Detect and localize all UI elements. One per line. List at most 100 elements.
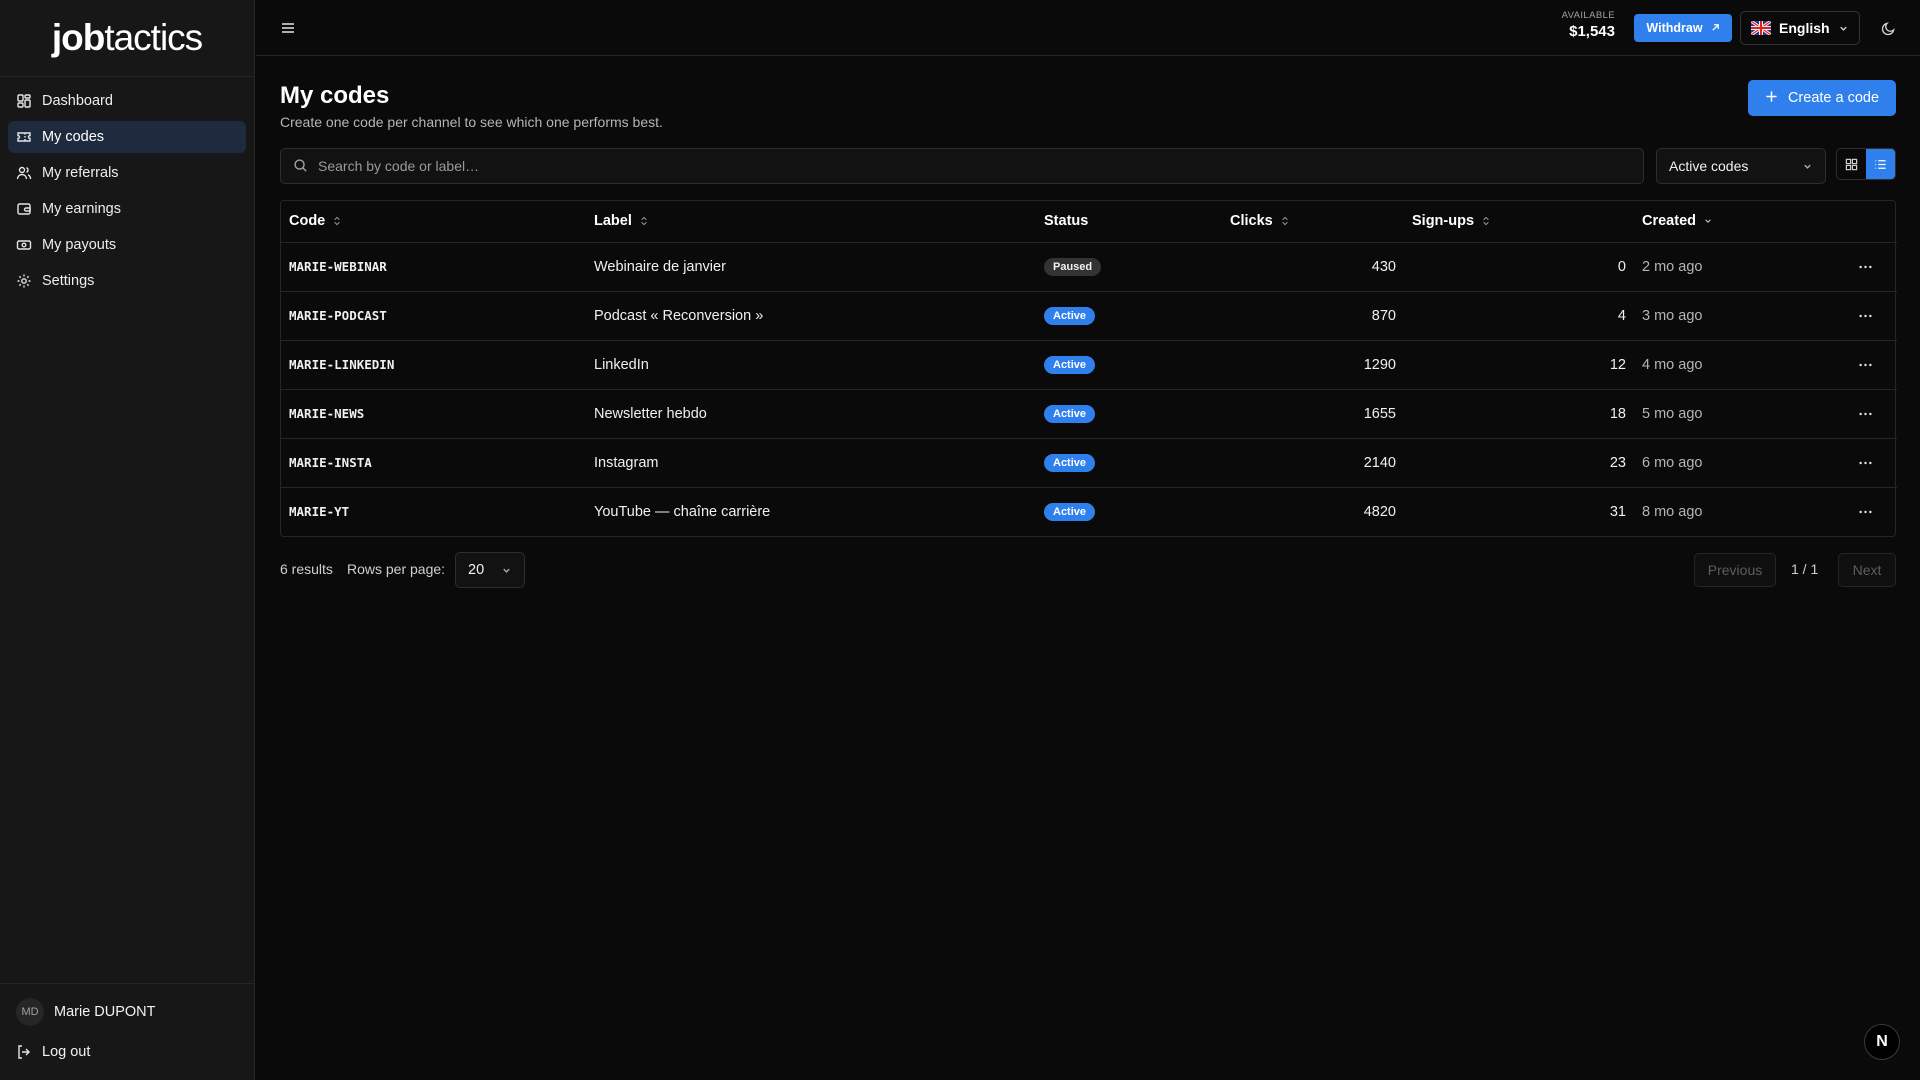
moon-icon[interactable] [1878, 18, 1898, 38]
cell-clicks: 870 [1222, 291, 1404, 341]
user-name: Marie DUPONT [54, 1004, 156, 1020]
cell-clicks: 430 [1222, 242, 1404, 292]
rows-per-page-select[interactable]: 20 [455, 552, 525, 588]
create-code-button[interactable]: Create a code [1748, 80, 1896, 116]
status-badge: Active [1044, 306, 1096, 325]
table-row[interactable]: MARIE-WEBINAR Webinaire de janvier Paused 4… [281, 242, 1897, 292]
table-row[interactable]: MARIE-YT YouTube — chaîne carrière Active 4… [281, 487, 1897, 536]
chevron-down-icon [501, 565, 512, 576]
avatar: MD [16, 998, 44, 1026]
external-arrow-icon [1711, 21, 1720, 35]
more-options-icon[interactable] [1854, 255, 1878, 279]
sort-icon [333, 216, 341, 226]
table-row[interactable]: MARIE-PODCAST Podcast « Reconversion » Act… [281, 291, 1897, 341]
more-options-icon[interactable] [1854, 402, 1878, 426]
status-filter-select[interactable]: Active codes [1656, 148, 1826, 184]
status-badge: Paused [1044, 257, 1102, 276]
sidebar-item-label: My earnings [42, 201, 121, 217]
cell-label: YouTube — chaîne carrière [594, 503, 771, 520]
brand-logo[interactable]: job tactics [0, 0, 254, 77]
sidebar-item-label: My codes [42, 129, 105, 145]
withdraw-button[interactable]: Withdraw [1634, 14, 1732, 42]
sort-icon [1482, 216, 1490, 226]
plus-icon [1765, 90, 1778, 107]
status-badge: Active [1044, 355, 1096, 374]
users-icon [16, 165, 32, 181]
language-label: English [1779, 20, 1830, 36]
next-page-button[interactable]: Next [1838, 553, 1896, 587]
sidebar-item-my-earnings[interactable]: My earnings [8, 193, 246, 225]
logout-icon [16, 1044, 32, 1060]
sidebar: job tactics Dashboard My codes My referra… [0, 0, 255, 1080]
column-header-clicks-label: Clicks [1230, 213, 1273, 230]
rows-per-page-value: 20 [468, 562, 485, 578]
cell-code: MARIE-YT [289, 504, 350, 520]
language-select[interactable]: English [1740, 11, 1860, 45]
cell-actions [1834, 389, 1897, 439]
column-header-clicks[interactable]: Clicks [1222, 201, 1404, 243]
page-indicator: 1 / 1 [1791, 561, 1819, 577]
cell-signups: 31 [1609, 503, 1626, 520]
grid-view-button[interactable] [1837, 149, 1866, 179]
cell-status: Active [1036, 389, 1222, 439]
column-header-status: Status [1036, 201, 1222, 243]
withdraw-label: Withdraw [1646, 21, 1703, 35]
cell-code: MARIE-WEBINAR [281, 242, 586, 292]
cell-signups: 0 [1404, 242, 1634, 292]
wallet-icon [16, 201, 32, 217]
cell-created: 2 mo ago [1634, 242, 1834, 292]
search-input[interactable] [318, 158, 1631, 174]
sidebar-item-my-referrals[interactable]: My referrals [8, 157, 246, 189]
more-options-icon[interactable] [1854, 304, 1878, 328]
more-options-icon[interactable] [1854, 500, 1878, 524]
more-options-icon[interactable] [1854, 451, 1878, 475]
table-row[interactable]: MARIE-INSTA Instagram Active 2140 23 6 mo ago [281, 438, 1897, 488]
column-header-label-label: Label [594, 213, 632, 230]
table-row[interactable]: MARIE-LINKEDIN LinkedIn Active 1290 12 4 mo a… [281, 340, 1897, 390]
column-header-created[interactable]: Created [1634, 201, 1834, 243]
cell-label: Webinaire de janvier [586, 242, 1036, 292]
cell-status: Active [1036, 340, 1222, 390]
sidebar-item-my-payouts[interactable]: My payouts [8, 229, 246, 261]
uk-flag-icon [1751, 21, 1771, 35]
more-options-icon[interactable] [1854, 353, 1878, 377]
status-filter-value: Active codes [1669, 158, 1749, 174]
sidebar-item-dashboard[interactable]: Dashboard [8, 85, 246, 117]
cell-label: Instagram [586, 438, 1036, 488]
logout-button[interactable]: Log out [8, 1034, 246, 1070]
cell-code: MARIE-NEWS [281, 389, 586, 439]
previous-page-button[interactable]: Previous [1694, 553, 1776, 587]
logout-label: Log out [42, 1044, 91, 1060]
cell-signups: 23 [1404, 438, 1634, 488]
available-label: AVAILABLE [1561, 10, 1615, 21]
cell-code: MARIE-LINKEDIN [281, 340, 586, 390]
sidebar-footer: MD Marie DUPONT Log out [0, 983, 254, 1080]
user-profile[interactable]: MD Marie DUPONT [8, 992, 246, 1032]
status-badge: Active [1044, 502, 1096, 521]
search-icon [293, 158, 309, 174]
chevron-down-icon [1838, 23, 1849, 34]
brand-logo-light: tactics [104, 17, 203, 58]
page-subtitle: Create one code per channel to see which… [280, 114, 663, 130]
sidebar-item-label: My payouts [42, 237, 117, 253]
column-header-signups[interactable]: Sign-ups [1404, 201, 1634, 243]
column-header-label[interactable]: Label [586, 201, 1036, 243]
sidebar-nav: Dashboard My codes My referrals My earni… [0, 77, 254, 309]
column-header-code[interactable]: Code [281, 201, 586, 243]
sidebar-item-my-codes[interactable]: My codes [8, 121, 246, 153]
sort-icon [640, 216, 648, 226]
menu-icon[interactable] [278, 18, 298, 38]
status-badge: Active [1044, 404, 1096, 423]
column-header-code-label: Code [289, 213, 326, 230]
dashboard-grid-icon [16, 93, 32, 109]
cell-clicks: 2140 [1222, 438, 1404, 488]
floating-action-button[interactable]: N [1864, 1024, 1900, 1060]
cell-created: 6 mo ago [1634, 438, 1834, 488]
cell-status: Active [1036, 291, 1222, 341]
list-view-button[interactable] [1866, 149, 1895, 179]
cell-status: Paused [1036, 242, 1222, 292]
sidebar-item-settings[interactable]: Settings [8, 265, 246, 297]
search-box [280, 148, 1644, 184]
table-row[interactable]: MARIE-NEWS Newsletter hebdo Active 1655 18 5 … [281, 389, 1897, 439]
cell-label: LinkedIn [586, 340, 1036, 390]
